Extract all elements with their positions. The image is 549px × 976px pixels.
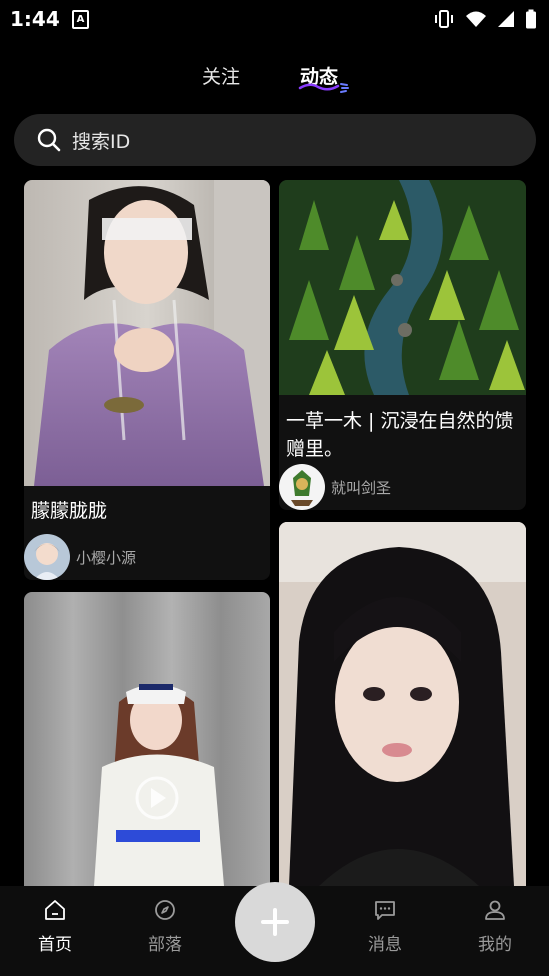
post-image bbox=[279, 522, 526, 886]
post-author[interactable]: 就叫剑圣 bbox=[279, 464, 391, 510]
app-screen: 1:44 A 关注 动态 搜索ID 朦朦胧胧 小樱小源 一草一木 | 沉浸在自然… bbox=[0, 0, 549, 976]
post-image bbox=[279, 180, 526, 395]
signal-icon bbox=[498, 11, 514, 27]
battery-icon bbox=[526, 9, 536, 29]
nav-messages[interactable]: 消息 bbox=[345, 898, 425, 955]
author-name: 小樱小源 bbox=[76, 548, 137, 567]
vibrate-icon bbox=[435, 10, 453, 28]
message-icon bbox=[375, 901, 395, 920]
search-placeholder: 搜索ID bbox=[72, 130, 131, 153]
tab-follow[interactable]: 关注 bbox=[202, 62, 240, 89]
notification-a-icon: A bbox=[72, 10, 89, 29]
nav-tribe-label: 部落 bbox=[148, 935, 182, 955]
feed-card[interactable]: 朦朦胧胧 小樱小源 bbox=[24, 180, 270, 580]
author-name: 就叫剑圣 bbox=[331, 478, 392, 497]
nav-home-label: 首页 bbox=[38, 935, 72, 955]
post-author[interactable]: 小樱小源 bbox=[24, 534, 136, 580]
search-icon bbox=[37, 128, 61, 152]
compass-icon bbox=[155, 900, 175, 920]
nav-mine-label: 我的 bbox=[478, 935, 512, 955]
nav-tribe[interactable]: 部落 bbox=[125, 898, 205, 955]
feed-card[interactable]: 一草一木 | 沉浸在自然的馈 赠里。 就叫剑圣 bbox=[279, 180, 526, 510]
home-icon bbox=[45, 900, 65, 920]
post-image bbox=[24, 180, 270, 486]
wifi-icon bbox=[466, 11, 486, 27]
plus-icon bbox=[261, 908, 289, 936]
post-title-line-2: 赠里。 bbox=[286, 438, 344, 460]
feed-card[interactable] bbox=[24, 592, 270, 886]
status-bar: 1:44 A bbox=[0, 0, 549, 36]
post-image bbox=[24, 592, 270, 886]
avatar bbox=[279, 464, 325, 510]
post-title-line-1: 一草一木 | 沉浸在自然的馈 bbox=[286, 410, 514, 432]
avatar bbox=[24, 534, 70, 580]
add-post-button[interactable] bbox=[235, 882, 315, 962]
status-icons bbox=[433, 9, 537, 29]
status-time: 1:44 bbox=[10, 7, 60, 31]
nav-mine[interactable]: 我的 bbox=[455, 898, 535, 955]
nav-home[interactable]: 首页 bbox=[15, 898, 95, 955]
top-tabs: 关注 动态 bbox=[0, 62, 549, 96]
user-icon bbox=[485, 900, 505, 920]
post-title: 朦朦胧胧 bbox=[31, 500, 108, 522]
nav-messages-label: 消息 bbox=[368, 935, 402, 955]
search-bar[interactable]: 搜索ID bbox=[14, 114, 536, 166]
feed-card[interactable] bbox=[279, 522, 526, 886]
active-tab-indicator bbox=[298, 83, 349, 93]
